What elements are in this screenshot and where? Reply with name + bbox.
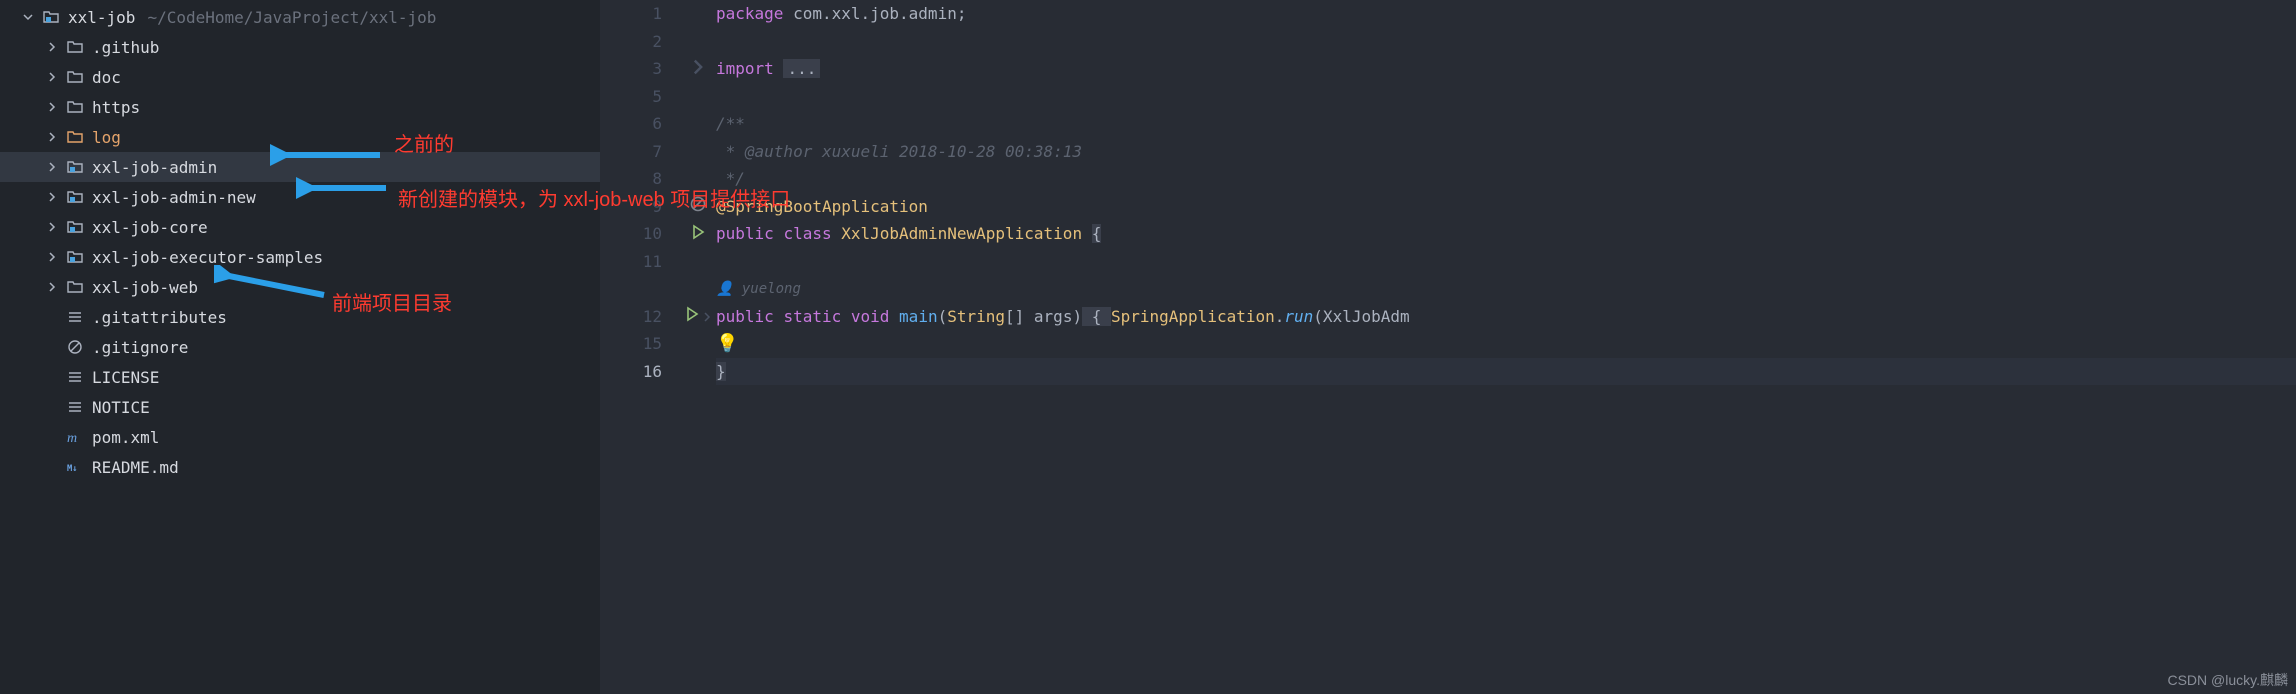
tree-item-gitattributes[interactable]: .gitattributes	[0, 302, 600, 332]
file-label: pom.xml	[92, 428, 159, 447]
maven-icon: m	[66, 428, 84, 446]
lightbulb-icon[interactable]: 💡	[716, 333, 738, 354]
folder-label: doc	[92, 68, 121, 87]
chevron-right-icon[interactable]	[44, 189, 60, 205]
fold-icon[interactable]	[702, 307, 712, 326]
chevron-right-icon[interactable]	[44, 69, 60, 85]
tree-item-xxl-job-admin-new[interactable]: xxl-job-admin-new	[0, 182, 600, 212]
tree-item-executor-samples[interactable]: xxl-job-executor-samples	[0, 242, 600, 272]
watermark: CSDN @lucky.麒麟	[2167, 670, 2288, 690]
code-body[interactable]: package com.xxl.job.admin; import ... /*…	[716, 0, 2296, 694]
module-icon	[66, 158, 84, 176]
folder-label: xxl-job-executor-samples	[92, 248, 323, 267]
author-inlay: 👤 yuelong	[716, 281, 801, 297]
folder-label: xxl-job	[68, 8, 135, 27]
tree-item-xxl-job-admin[interactable]: xxl-job-admin	[0, 152, 600, 182]
run-icon[interactable]	[690, 224, 706, 244]
folder-icon	[66, 68, 84, 86]
markdown-icon: M↓	[66, 458, 84, 476]
tree-item-xxl-job-web[interactable]: xxl-job-web	[0, 272, 600, 302]
file-label: NOTICE	[92, 398, 150, 417]
folder-label: xxl-job-web	[92, 278, 198, 297]
tree-item-xxl-job-core[interactable]: xxl-job-core	[0, 212, 600, 242]
module-icon	[66, 248, 84, 266]
svg-text:M↓: M↓	[67, 464, 78, 474]
folder-label: .github	[92, 38, 159, 57]
folder-label: log	[92, 128, 121, 147]
no-entry-icon	[690, 196, 706, 216]
file-icon	[66, 308, 84, 326]
tree-item-notice[interactable]: NOTICE	[0, 392, 600, 422]
folder-icon	[66, 98, 84, 116]
chevron-right-icon[interactable]	[44, 279, 60, 295]
file-label: .gitignore	[92, 338, 188, 357]
folder-path: ~/CodeHome/JavaProject/xxl-job	[147, 8, 436, 27]
folder-label: https	[92, 98, 140, 117]
file-label: README.md	[92, 458, 179, 477]
line-gutter: 1 2 3 5 6 7 8 9 10 11 12 15 16	[600, 0, 680, 694]
module-icon	[66, 218, 84, 236]
chevron-right-icon[interactable]	[44, 219, 60, 235]
tree-item-https[interactable]: https	[0, 92, 600, 122]
chevron-right-icon[interactable]	[44, 159, 60, 175]
tree-item-pom[interactable]: m pom.xml	[0, 422, 600, 452]
tree-item-github[interactable]: .github	[0, 32, 600, 62]
folder-label: xxl-job-admin	[92, 158, 217, 177]
project-tree[interactable]: xxl-job ~/CodeHome/JavaProject/xxl-job .…	[0, 0, 600, 694]
code-editor[interactable]: 1 2 3 5 6 7 8 9 10 11 12 15 16	[600, 0, 2296, 694]
chevron-right-icon[interactable]	[44, 129, 60, 145]
file-icon	[66, 368, 84, 386]
file-label: .gitattributes	[92, 308, 227, 327]
tree-item-readme[interactable]: M↓ README.md	[0, 452, 600, 482]
module-icon	[66, 188, 84, 206]
gutter-icons	[680, 0, 716, 694]
folder-label: xxl-job-admin-new	[92, 188, 256, 207]
file-icon	[66, 398, 84, 416]
tree-item-gitignore[interactable]: .gitignore	[0, 332, 600, 362]
chevron-right-icon[interactable]	[44, 39, 60, 55]
folder-icon	[66, 278, 84, 296]
ignore-icon	[66, 338, 84, 356]
tree-item-log[interactable]: log	[0, 122, 600, 152]
folder-icon	[66, 38, 84, 56]
svg-text:m: m	[67, 431, 77, 445]
fold-icon[interactable]	[690, 59, 706, 79]
folder-icon	[66, 128, 84, 146]
folded-imports[interactable]: ...	[783, 59, 820, 78]
chevron-right-icon[interactable]	[44, 249, 60, 265]
folder-label: xxl-job-core	[92, 218, 208, 237]
file-label: LICENSE	[92, 368, 159, 387]
chevron-right-icon[interactable]	[44, 99, 60, 115]
tree-item-license[interactable]: LICENSE	[0, 362, 600, 392]
tree-root[interactable]: xxl-job ~/CodeHome/JavaProject/xxl-job	[0, 2, 600, 32]
module-icon	[42, 8, 60, 26]
chevron-down-icon[interactable]	[20, 9, 36, 25]
run-icon[interactable]	[684, 306, 700, 326]
tree-item-doc[interactable]: doc	[0, 62, 600, 92]
